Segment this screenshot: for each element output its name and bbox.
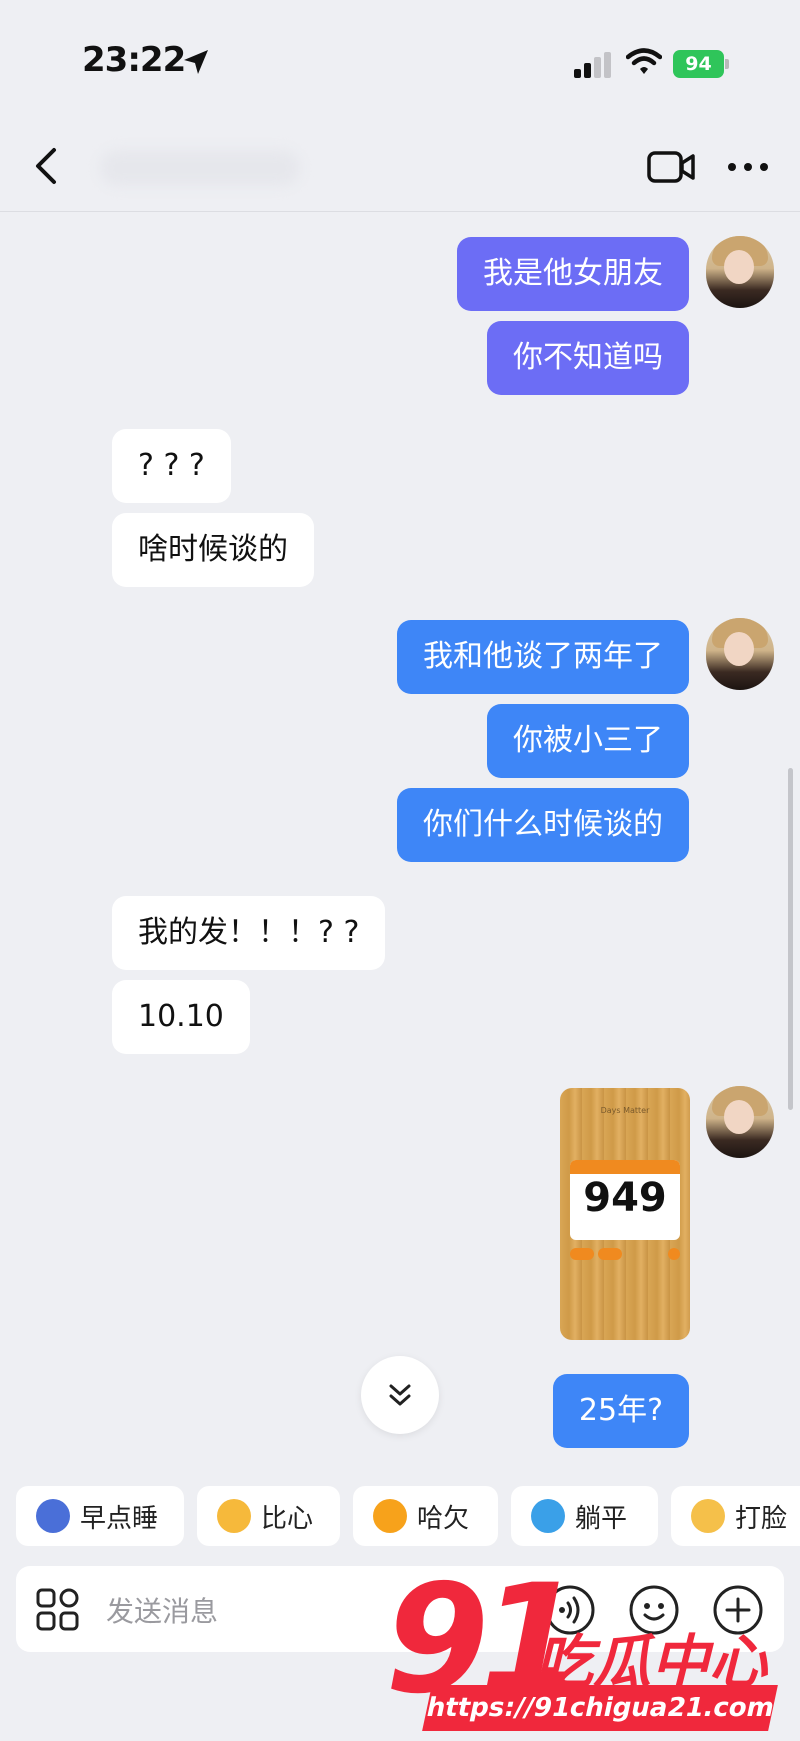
message-input[interactable]: 发送消息 (106, 1590, 218, 1630)
quick-reply-label: 躺平 (575, 1503, 628, 1534)
video-call-icon[interactable] (646, 148, 696, 186)
watermark-url: https://91chigua21.com (422, 1685, 778, 1731)
scrollbar[interactable] (788, 768, 793, 1110)
quick-reply-label: 哈欠 (417, 1503, 470, 1534)
message-bubble[interactable]: 啥时候谈的 (112, 513, 314, 587)
message-bubble[interactable]: 我的发！！！? ? (112, 896, 386, 970)
quick-reply-chip[interactable]: 比心 (197, 1486, 340, 1546)
sender-avatar[interactable] (706, 1086, 774, 1158)
message-bubble[interactable]: 我是他女朋友 (457, 237, 689, 311)
heart-hands-emoji-icon (217, 1499, 251, 1533)
quick-reply-row: 早点睡 比心 哈欠 躺平 打脸 (0, 1486, 800, 1546)
quick-reply-chip[interactable]: 早点睡 (16, 1486, 184, 1546)
scroll-to-bottom-button[interactable] (361, 1356, 439, 1434)
message-bubble[interactable]: ? ? ? (112, 429, 231, 503)
apps-grid-icon[interactable] (36, 1588, 80, 1632)
status-bar: 23:22 94 (0, 0, 800, 120)
yawn-emoji-icon (373, 1499, 407, 1533)
sleep-emoji-icon (36, 1499, 70, 1533)
quick-reply-label: 比心 (261, 1503, 314, 1534)
lying-flat-emoji-icon (531, 1499, 565, 1533)
message-bubble[interactable]: 我和他谈了两年了 (397, 620, 689, 694)
wifi-icon (626, 48, 662, 74)
sender-avatar[interactable] (706, 618, 774, 690)
image-buttons (570, 1248, 680, 1260)
quick-reply-label: 打脸 (735, 1503, 788, 1534)
message-bubble[interactable]: 你不知道吗 (487, 321, 689, 395)
message-bubble[interactable]: 10.10 (112, 980, 250, 1054)
message-bubble[interactable]: 25年? (552, 1374, 689, 1448)
sender-avatar[interactable] (706, 236, 774, 308)
double-chevron-down-icon (389, 1384, 411, 1406)
message-bubble[interactable]: 你被小三了 (487, 704, 689, 778)
blurred-contact-name (100, 150, 300, 186)
quick-reply-label: 早点睡 (80, 1503, 159, 1534)
quick-reply-chip[interactable]: 打脸 (671, 1486, 800, 1546)
image-message[interactable]: Days Matter 949 (560, 1088, 690, 1340)
quick-reply-chip[interactable]: 哈欠 (353, 1486, 498, 1546)
cellular-signal-icon (574, 52, 611, 78)
message-bubble[interactable]: 你们什么时候谈的 (397, 788, 689, 862)
status-time: 23:22 (82, 40, 186, 80)
chat-messages: 我是他女朋友 你不知道吗 ? ? ? 啥时候谈的 我和他谈了两年了 你被小三了 … (0, 212, 800, 1472)
chat-header (0, 120, 800, 212)
battery-indicator: 94 (673, 50, 729, 78)
quick-reply-chip[interactable]: 躺平 (511, 1486, 658, 1546)
battery-level: 94 (673, 50, 724, 78)
face-slap-emoji-icon (691, 1499, 725, 1533)
image-app-title: Days Matter (600, 1106, 650, 1115)
location-arrow-icon (184, 50, 208, 74)
image-day-count: 949 (583, 1175, 667, 1221)
more-icon[interactable] (726, 160, 770, 174)
battery-tip (725, 59, 729, 69)
back-icon[interactable] (28, 144, 68, 188)
image-counter-card: 949 (570, 1160, 680, 1240)
watermark: 91 吃瓜中心 https://91chigua21.com (385, 1565, 800, 1741)
